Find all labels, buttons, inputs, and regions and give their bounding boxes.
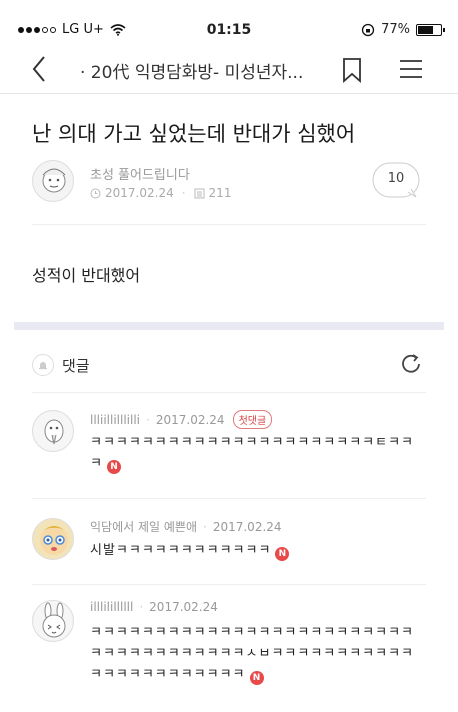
comment-item: illlilillllll · 2017.02.24 ㅋㅋㅋㅋㅋㅋㅋㅋㅋㅋㅋㅋㅋ… [32,600,426,696]
meta-separator: · [139,600,144,614]
views-icon [194,188,205,198]
meta-separator: · [181,186,186,200]
post-body: 성적이 반대했어 [32,266,141,285]
refresh-icon[interactable] [398,350,424,378]
commenter-name[interactable]: llliillilllilli [90,413,140,427]
divider [32,224,426,225]
comment-item: llliillilllilli · 2017.02.24 첫댓글 ㅋㅋㅋㅋㅋㅋㅋ… [32,410,426,480]
bookmark-icon[interactable] [340,56,364,84]
bell-icon [32,354,54,376]
comment-count: 10 [387,171,405,186]
comment-item: 익담에서 제일 예쁜애 · 2017.02.24 시발ㅋㅋㅋㅋㅋㅋㅋㅋㅋㅋㅋㅋ N [32,518,426,568]
battery-icon [416,23,445,36]
comment-date: 2017.02.24 [149,600,218,614]
author-avatar[interactable] [32,160,74,202]
hamburger-menu-icon[interactable] [398,58,424,80]
divider [32,498,426,499]
section-separator [14,322,444,330]
comment-text-wrap: ㅋㅋㅋㅋㅋㅋㅋㅋㅋㅋㅋㅋㅋㅋㅋㅋㅋㅋㅋㅋㅋㅋㅋㅋㅋㅋㅋㅋㅋㅋㅋㅋㅋㅋㅋㅋㅋㅅㅂㅋ… [90,622,426,685]
commenter-avatar[interactable] [32,518,74,560]
status-bar: LG U+ 01:15 77% [0,0,458,40]
clock-icon [90,188,101,198]
comments-header: 댓글 [32,350,90,380]
comments-label: 댓글 [62,356,90,375]
commenter-avatar[interactable] [32,410,74,452]
comment-count-bubble[interactable]: 10 [372,162,420,198]
new-badge: N [275,547,290,561]
comment-text: ㅋㅋㅋㅋㅋㅋㅋㅋㅋㅋㅋㅋㅋㅋㅋㅋㅋㅋㅋㅋㅋㅋㅌㅋㅋㅋ [90,435,415,471]
post-meta: 2017.02.24 · 211 [90,186,231,200]
comment-text-wrap: 시발ㅋㅋㅋㅋㅋㅋㅋㅋㅋㅋㅋㅋ N [90,540,426,561]
nav-bar: · 20代 익명담화방- 미성년자... [0,44,458,94]
meta-separator: · [203,519,207,534]
author-name[interactable]: 초성 풀어드립니다 [90,164,190,183]
battery-status: 77% [361,22,445,37]
avatar-illustration [44,419,64,445]
comment-meta: illlilillllll · 2017.02.24 [90,600,218,614]
commenter-name[interactable]: 익담에서 제일 예쁜애 [90,518,197,535]
commenter-avatar[interactable] [32,600,74,642]
first-comment-badge: 첫댓글 [232,410,273,429]
comment-text-wrap: ㅋㅋㅋㅋㅋㅋㅋㅋㅋㅋㅋㅋㅋㅋㅋㅋㅋㅋㅋㅋㅋㅋㅌㅋㅋㅋ N [90,432,426,474]
avatar-illustration [42,602,66,638]
battery-fill [418,25,433,34]
comment-date: 2017.02.24 [155,412,225,427]
comment-text: 시발ㅋㅋㅋㅋㅋㅋㅋㅋㅋㅋㅋㅋ [90,543,272,558]
rotation-lock-icon [361,23,375,36]
avatar-illustration [39,526,69,555]
comment-date: 2017.02.24 [212,519,282,534]
chevron-left-icon[interactable] [26,52,56,86]
divider [32,392,426,393]
avatar-illustration [42,168,66,193]
comment-meta: 익담에서 제일 예쁜애 · 2017.02.24 [90,518,282,535]
post-title: 난 의대 가고 싶었는데 반대가 심했어 [32,122,356,146]
post-date: 2017.02.24 [105,186,174,200]
comment-meta: llliillilllilli · 2017.02.24 첫댓글 [90,410,273,429]
divider [32,584,426,585]
new-badge: N [249,671,264,685]
commenter-name[interactable]: illlilillllll [90,600,133,614]
meta-separator: · [146,412,150,427]
new-badge: N [106,460,121,474]
post-views: 211 [208,186,232,200]
battery-percent: 77% [381,22,410,37]
board-title: · 20代 익명담화방- 미성년자... [80,63,304,83]
